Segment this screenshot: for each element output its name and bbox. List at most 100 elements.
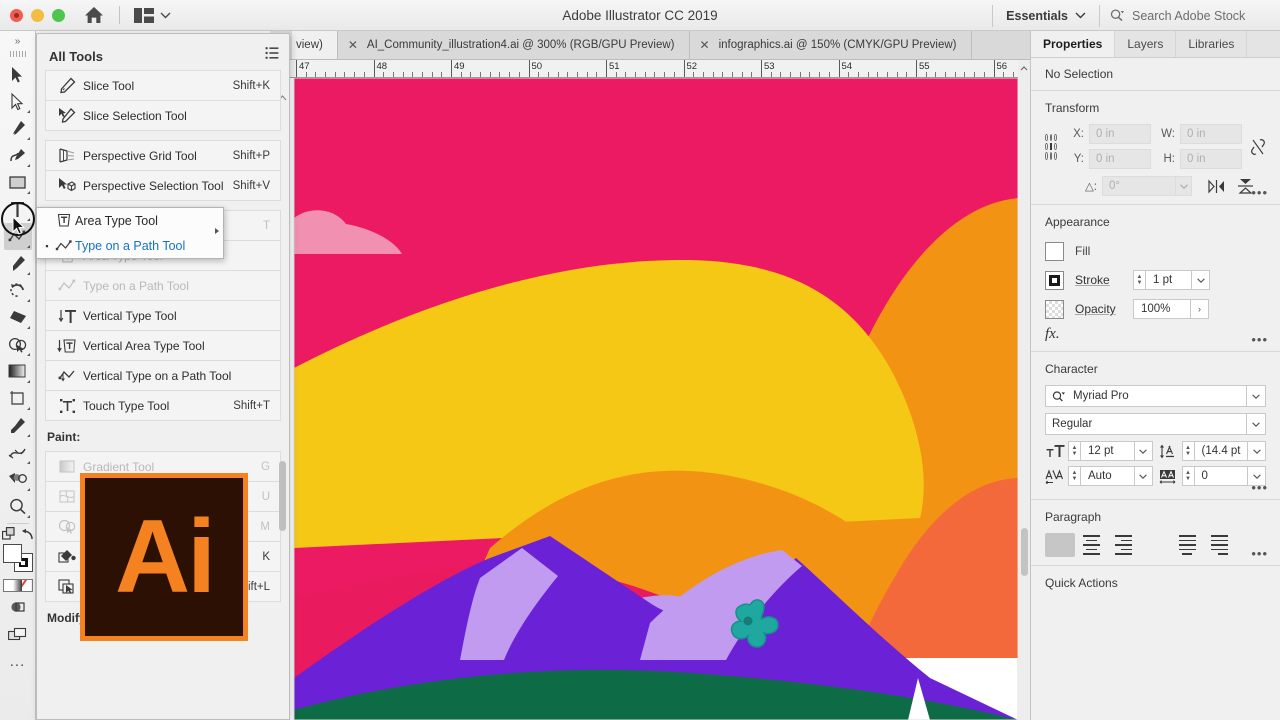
tool-paintbrush[interactable] bbox=[4, 250, 32, 277]
font-style-field[interactable]: Regular bbox=[1045, 413, 1247, 435]
tool-item-perspective-grid-tool[interactable]: Perspective Grid Tool Shift+P bbox=[46, 141, 280, 171]
tool-item-perspective-selection-tool[interactable]: Perspective Selection Tool Shift+V bbox=[46, 171, 280, 201]
tool-item-type-on-a-path-tool[interactable]: Type on a Path Tool bbox=[46, 271, 280, 301]
align-center-button[interactable] bbox=[1077, 533, 1107, 557]
tab-libraries[interactable]: Libraries bbox=[1176, 31, 1248, 57]
tools-toolbar[interactable]: » ... bbox=[0, 31, 36, 720]
chevron-down-icon[interactable] bbox=[1247, 413, 1266, 435]
home-icon[interactable] bbox=[83, 4, 105, 26]
chevron-down-icon[interactable] bbox=[1176, 176, 1192, 196]
close-icon[interactable]: ✕ bbox=[700, 39, 710, 51]
tool-eraser[interactable] bbox=[4, 304, 32, 331]
fill-swatch[interactable] bbox=[2, 544, 22, 563]
font-size-field[interactable]: 12 pt bbox=[1081, 441, 1135, 461]
tool-selection[interactable] bbox=[4, 61, 32, 88]
leading-field[interactable]: (14.4 pt bbox=[1194, 441, 1248, 461]
font-family-field[interactable]: Myriad Pro bbox=[1045, 385, 1247, 407]
opacity-label[interactable]: Opacity bbox=[1075, 302, 1133, 316]
reference-point-selector[interactable] bbox=[1045, 133, 1057, 160]
arrange-documents-button[interactable] bbox=[134, 7, 171, 23]
document-tab-2[interactable]: ✕ infographics.ai @ 150% (CMYK/GPU Previ… bbox=[689, 31, 972, 59]
stroke-swatch[interactable] bbox=[1045, 270, 1064, 290]
tool-item-vertical-type-tool[interactable]: Vertical Type Tool bbox=[46, 301, 280, 331]
tool-screen-mode[interactable] bbox=[4, 621, 32, 648]
rotate-field[interactable]: 0° bbox=[1102, 176, 1176, 196]
gradient-mode-button[interactable] bbox=[12, 580, 23, 591]
panel-menu-icon[interactable] bbox=[265, 46, 279, 60]
tool-width[interactable] bbox=[4, 466, 32, 493]
tool-curvature[interactable] bbox=[4, 142, 32, 169]
flyout-item-type-on-a-path-tool[interactable]: ▪ Type on a Path Tool bbox=[37, 233, 223, 258]
tracking-control[interactable]: ▲ ▼ 0 bbox=[1159, 466, 1266, 486]
tool-shape-builder[interactable] bbox=[4, 331, 32, 358]
scrollbar-thumb[interactable] bbox=[1021, 528, 1028, 576]
document-canvas[interactable] bbox=[290, 78, 1030, 720]
tool-item-slice-selection-tool[interactable]: Slice Selection Tool bbox=[46, 101, 280, 131]
stroke-label[interactable]: Stroke bbox=[1075, 273, 1133, 287]
align-right-button[interactable] bbox=[1109, 533, 1139, 557]
w-field[interactable]: 0 in bbox=[1180, 124, 1242, 144]
align-left-button[interactable] bbox=[1045, 533, 1075, 557]
document-tab-1[interactable]: ✕ AI_Community_illustration4.ai @ 300% (… bbox=[337, 31, 690, 59]
tool-draw-modes[interactable] bbox=[4, 594, 32, 621]
document-tab-0[interactable]: view) bbox=[292, 31, 338, 59]
font-size-stepper[interactable]: ▲ ▼ bbox=[1068, 441, 1081, 461]
fill-swatch[interactable] bbox=[1045, 241, 1064, 261]
opacity-field[interactable]: 100% bbox=[1133, 299, 1191, 319]
more-options-icon[interactable]: ••• bbox=[1251, 185, 1268, 200]
tab-properties[interactable]: Properties bbox=[1031, 31, 1116, 57]
tool-blend[interactable] bbox=[4, 439, 32, 466]
fx-button[interactable]: fx. bbox=[1045, 326, 1266, 343]
stroke-stepper[interactable]: ▲ ▼ bbox=[1133, 270, 1146, 290]
leading-control[interactable]: ▲ ▼ (14.4 pt bbox=[1159, 441, 1266, 461]
more-options-icon[interactable]: ••• bbox=[1251, 480, 1268, 495]
tracking-field[interactable]: 0 bbox=[1194, 466, 1248, 486]
kerning-control[interactable]: ▲ ▼ Auto bbox=[1045, 466, 1153, 486]
justify-last-center-button[interactable] bbox=[1172, 533, 1202, 557]
tool-gradient[interactable] bbox=[4, 358, 32, 385]
tool-item-slice-tool[interactable]: Slice Tool Shift+K bbox=[46, 71, 280, 101]
h-field[interactable]: 0 in bbox=[1180, 149, 1242, 169]
close-icon[interactable]: ✕ bbox=[348, 39, 358, 51]
minimize-window-button[interactable] bbox=[31, 8, 44, 22]
chevron-down-icon[interactable] bbox=[1192, 270, 1210, 290]
adobe-stock-search[interactable]: Search Adobe Stock bbox=[1100, 0, 1280, 31]
tool-rotate[interactable] bbox=[4, 277, 32, 304]
more-options-icon[interactable]: ••• bbox=[1251, 546, 1268, 561]
close-window-button[interactable] bbox=[10, 8, 23, 22]
tracking-stepper[interactable]: ▲ ▼ bbox=[1181, 466, 1195, 486]
panel-tab-strip[interactable]: Properties Layers Libraries bbox=[1031, 31, 1280, 58]
justify-last-right-button[interactable] bbox=[1204, 533, 1234, 557]
fill-mode-buttons[interactable] bbox=[2, 579, 33, 592]
chevron-down-icon[interactable] bbox=[1248, 441, 1266, 461]
window-controls[interactable] bbox=[10, 8, 65, 22]
more-options-icon[interactable]: ••• bbox=[1251, 332, 1268, 347]
opacity-options-icon[interactable]: › bbox=[1191, 299, 1209, 319]
tool-zoom[interactable] bbox=[4, 493, 32, 520]
tool-rectangle[interactable] bbox=[4, 169, 32, 196]
type-tool-flyout-menu[interactable]: Area Type Tool ▪ Type on a Path Tool bbox=[36, 207, 224, 259]
tab-layers[interactable]: Layers bbox=[1115, 31, 1177, 57]
flyout-item-area-type-tool[interactable]: Area Type Tool bbox=[37, 208, 223, 233]
tool-item-vertical-area-type-tool[interactable]: Vertical Area Type Tool bbox=[46, 331, 280, 361]
horizontal-ruler[interactable]: 47 48 49 50 51 52 53 54 55 56 bbox=[290, 60, 1018, 78]
leading-stepper[interactable]: ▲ ▼ bbox=[1181, 441, 1195, 461]
chevron-down-icon[interactable] bbox=[1247, 385, 1266, 407]
scrollbar-thumb[interactable] bbox=[279, 461, 286, 531]
fill-stroke-swatches[interactable] bbox=[2, 544, 33, 572]
paragraph-alignment-group[interactable] bbox=[1045, 533, 1266, 557]
toolbar-more-button[interactable]: ... bbox=[4, 648, 32, 675]
flip-horizontal-icon[interactable] bbox=[1208, 178, 1225, 194]
canvas-vertical-scrollbar[interactable] bbox=[1018, 78, 1030, 720]
tool-direct-selection[interactable] bbox=[4, 88, 32, 115]
tool-artboard[interactable] bbox=[4, 385, 32, 412]
x-field[interactable]: 0 in bbox=[1089, 124, 1151, 144]
fill-row[interactable]: Fill bbox=[1045, 238, 1266, 264]
font-style-row[interactable]: Regular bbox=[1045, 413, 1266, 435]
opacity-swatch[interactable] bbox=[1045, 299, 1064, 319]
y-field[interactable]: 0 in bbox=[1089, 149, 1151, 169]
tool-eyedropper[interactable] bbox=[4, 412, 32, 439]
maximize-window-button[interactable] bbox=[52, 8, 65, 22]
none-mode-button[interactable] bbox=[22, 580, 32, 591]
toolbar-drag-handle[interactable] bbox=[9, 51, 26, 57]
